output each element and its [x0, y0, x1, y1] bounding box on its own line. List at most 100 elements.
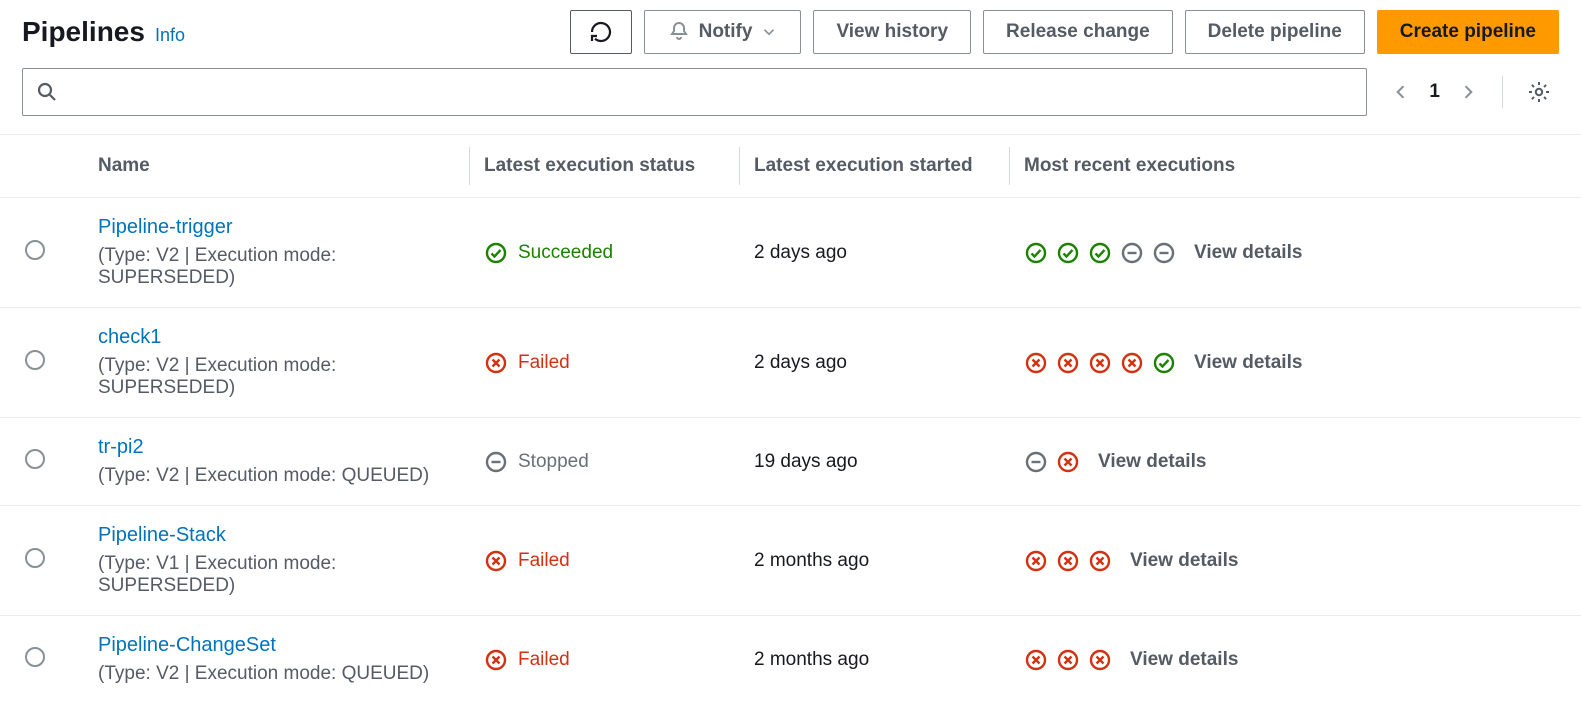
- table-row: Pipeline-Stack (Type: V1 | Execution mod…: [0, 506, 1581, 616]
- page-title: Pipelines: [22, 16, 145, 48]
- failed-icon: [1088, 648, 1112, 672]
- failed-icon: [1024, 351, 1048, 375]
- search-input[interactable]: [69, 82, 1354, 103]
- refresh-button[interactable]: [570, 10, 632, 54]
- settings-icon[interactable]: [1527, 80, 1551, 104]
- table-header-row: Name Latest execution status Latest exec…: [0, 135, 1581, 198]
- success-icon: [1152, 351, 1176, 375]
- divider: [1502, 76, 1503, 108]
- create-pipeline-label: Create pipeline: [1400, 21, 1536, 43]
- status-cell: Stopped: [484, 450, 726, 474]
- view-history-button[interactable]: View history: [813, 10, 971, 54]
- failed-icon: [1056, 351, 1080, 375]
- started-text: 2 days ago: [754, 352, 847, 373]
- create-pipeline-button[interactable]: Create pipeline: [1377, 10, 1559, 54]
- recent-executions: View details: [1024, 549, 1567, 573]
- started-text: 2 days ago: [754, 242, 847, 263]
- failed-icon: [484, 549, 508, 573]
- status-cell: Failed: [484, 549, 726, 573]
- view-details-link[interactable]: View details: [1130, 649, 1238, 671]
- success-icon: [1088, 241, 1112, 265]
- row-radio[interactable]: [25, 548, 45, 568]
- info-link[interactable]: Info: [155, 25, 185, 46]
- recent-executions: View details: [1024, 648, 1567, 672]
- table-row: Pipeline-ChangeSet (Type: V2 | Execution…: [0, 616, 1581, 704]
- row-radio[interactable]: [25, 350, 45, 370]
- row-radio[interactable]: [25, 449, 45, 469]
- col-select: [0, 135, 70, 198]
- started-text: 2 months ago: [754, 550, 869, 571]
- recent-executions: View details: [1024, 351, 1567, 375]
- pager-prev[interactable]: [1391, 82, 1411, 102]
- col-name[interactable]: Name: [70, 135, 470, 198]
- release-change-label: Release change: [1006, 21, 1150, 43]
- stopped-icon: [1120, 241, 1144, 265]
- status-text: Failed: [518, 550, 570, 572]
- notify-button[interactable]: Notify: [644, 10, 802, 54]
- view-details-link[interactable]: View details: [1194, 352, 1302, 374]
- recent-executions: View details: [1024, 450, 1567, 474]
- view-details-link[interactable]: View details: [1194, 242, 1302, 264]
- pipeline-name-link[interactable]: check1: [98, 326, 456, 349]
- delete-pipeline-button[interactable]: Delete pipeline: [1185, 10, 1365, 54]
- delete-pipeline-label: Delete pipeline: [1208, 21, 1342, 43]
- pipeline-meta: (Type: V2 | Execution mode: QUEUED): [98, 465, 456, 487]
- pipelines-table: Name Latest execution status Latest exec…: [0, 135, 1581, 703]
- table-row: check1 (Type: V2 | Execution mode: SUPER…: [0, 308, 1581, 418]
- bell-icon: [667, 20, 691, 44]
- failed-icon: [1024, 549, 1048, 573]
- pipeline-meta: (Type: V2 | Execution mode: SUPERSEDED): [98, 245, 456, 289]
- started-text: 19 days ago: [754, 451, 858, 472]
- table-row: Pipeline-trigger (Type: V2 | Execution m…: [0, 198, 1581, 308]
- search-box[interactable]: [22, 68, 1367, 116]
- success-icon: [484, 241, 508, 265]
- pipeline-name-link[interactable]: Pipeline-ChangeSet: [98, 634, 456, 657]
- failed-icon: [1056, 549, 1080, 573]
- pipeline-meta: (Type: V2 | Execution mode: SUPERSEDED): [98, 355, 456, 399]
- failed-icon: [484, 648, 508, 672]
- failed-icon: [484, 351, 508, 375]
- stopped-icon: [1152, 241, 1176, 265]
- col-recent[interactable]: Most recent executions: [1010, 135, 1581, 198]
- table-row: tr-pi2 (Type: V2 | Execution mode: QUEUE…: [0, 418, 1581, 506]
- refresh-icon: [589, 20, 613, 44]
- pager-next[interactable]: [1458, 82, 1478, 102]
- pipeline-meta: (Type: V1 | Execution mode: SUPERSEDED): [98, 553, 456, 597]
- search-icon: [35, 80, 59, 104]
- pager-page: 1: [1429, 81, 1440, 103]
- failed-icon: [1024, 648, 1048, 672]
- release-change-button[interactable]: Release change: [983, 10, 1173, 54]
- page-header: Pipelines Info Notify View history Relea…: [0, 0, 1581, 68]
- status-text: Succeeded: [518, 242, 613, 264]
- toolbar: 1: [0, 68, 1581, 135]
- success-icon: [1056, 241, 1080, 265]
- pipeline-meta: (Type: V2 | Execution mode: QUEUED): [98, 663, 456, 685]
- status-cell: Failed: [484, 351, 726, 375]
- status-text: Failed: [518, 649, 570, 671]
- started-text: 2 months ago: [754, 649, 869, 670]
- col-started[interactable]: Latest execution started: [740, 135, 1010, 198]
- status-cell: Succeeded: [484, 241, 726, 265]
- stopped-icon: [1024, 450, 1048, 474]
- failed-icon: [1120, 351, 1144, 375]
- failed-icon: [1088, 351, 1112, 375]
- stopped-icon: [484, 450, 508, 474]
- caret-down-icon: [760, 23, 778, 41]
- notify-label: Notify: [699, 21, 753, 43]
- failed-icon: [1056, 450, 1080, 474]
- view-details-link[interactable]: View details: [1130, 550, 1238, 572]
- failed-icon: [1088, 549, 1112, 573]
- pipeline-name-link[interactable]: tr-pi2: [98, 436, 456, 459]
- pager: 1: [1383, 76, 1559, 108]
- row-radio[interactable]: [25, 647, 45, 667]
- view-details-link[interactable]: View details: [1098, 451, 1206, 473]
- success-icon: [1024, 241, 1048, 265]
- recent-executions: View details: [1024, 241, 1567, 265]
- title-wrap: Pipelines Info: [22, 16, 185, 48]
- pipeline-name-link[interactable]: Pipeline-Stack: [98, 524, 456, 547]
- status-text: Stopped: [518, 451, 589, 473]
- status-text: Failed: [518, 352, 570, 374]
- pipeline-name-link[interactable]: Pipeline-trigger: [98, 216, 456, 239]
- row-radio[interactable]: [25, 240, 45, 260]
- col-status[interactable]: Latest execution status: [470, 135, 740, 198]
